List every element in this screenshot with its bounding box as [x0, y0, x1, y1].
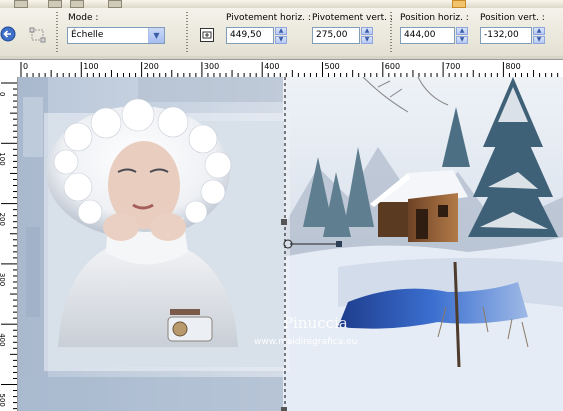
pivot-horizontal-label: Pivotement horiz. : [226, 13, 311, 23]
toolbar-button-partial[interactable] [108, 0, 122, 8]
ruler-label: 500 [325, 62, 340, 71]
vertical-ruler[interactable]: 0 100 200 300 400 500 [0, 77, 18, 411]
toolbar-grip[interactable] [186, 12, 188, 52]
watermark-name: Pinuccia [283, 314, 348, 332]
ruler-label: 200 [0, 213, 6, 226]
image-canvas[interactable]: Pinuccia www.maidiregrafica.eu [18, 77, 563, 411]
transform-handle[interactable] [281, 407, 287, 411]
pivot-horizontal-value: 449,50 [230, 30, 262, 40]
pivot-vertical-value: 275,00 [316, 30, 348, 40]
horizontal-ruler[interactable]: 0 100 200 300 400 500 600 700 800 [0, 59, 563, 78]
position-vertical-spinner[interactable]: ▲ ▼ [533, 27, 545, 44]
horizontal-ruler-ticks: 0 100 200 300 400 500 600 700 800 [20, 62, 559, 77]
position-horizontal-spinner[interactable]: ▲ ▼ [456, 27, 468, 44]
chevron-down-icon[interactable]: ▼ [148, 28, 164, 43]
mode-select-value: Échelle [71, 30, 104, 40]
pivot-vertical-input[interactable]: 275,00 [312, 27, 360, 44]
spin-down-icon[interactable]: ▼ [456, 36, 468, 44]
toolbar-grip[interactable] [56, 12, 58, 52]
tool-options-bar: Mode : Échelle ▼ Pivotement horiz. : 449… [0, 8, 563, 57]
position-vertical-label: Position vert. : [480, 13, 545, 23]
pivot-vertical-spinner[interactable]: ▲ ▼ [361, 27, 373, 44]
position-horizontal-label: Position horiz. : [400, 13, 469, 23]
ruler-label: 0 [0, 92, 6, 96]
toolbar-grip[interactable] [390, 12, 392, 52]
ruler-label: 400 [264, 62, 279, 71]
ruler-label: 100 [0, 152, 6, 165]
ruler-label: 800 [505, 62, 520, 71]
ruler-label: 200 [144, 62, 159, 71]
pivot-horizontal-input[interactable]: 449,50 [226, 27, 274, 44]
toolbar-button-partial[interactable] [48, 0, 62, 8]
mode-label: Mode : [68, 13, 99, 23]
toolbar-button-partial[interactable] [14, 0, 28, 8]
ruler-label: 500 [0, 394, 6, 407]
rotation-handle[interactable] [336, 241, 342, 247]
position-horizontal-value: 444,00 [404, 30, 436, 40]
ruler-label: 0 [23, 62, 28, 71]
ruler-label: 300 [0, 273, 6, 286]
spin-down-icon[interactable]: ▼ [533, 36, 545, 44]
toolbar-button-partial[interactable] [70, 0, 84, 8]
mode-select[interactable]: Échelle ▼ [67, 27, 165, 44]
ruler-label: 300 [204, 62, 219, 71]
spin-up-icon[interactable]: ▲ [275, 27, 287, 35]
ruler-label: 400 [0, 333, 6, 346]
spin-down-icon[interactable]: ▼ [361, 36, 373, 44]
spin-down-icon[interactable]: ▼ [275, 36, 287, 44]
position-vertical-input[interactable]: -132,00 [480, 27, 532, 44]
watermark-url: www.maidiregrafica.eu [254, 337, 357, 347]
transform-handle[interactable] [281, 219, 287, 225]
pivot-vertical-label: Pivotement vert. : [312, 13, 393, 23]
canvas-artwork: Pinuccia www.maidiregrafica.eu [18, 77, 563, 411]
vertical-ruler-ticks: 0 100 200 300 400 500 [0, 82, 17, 410]
toolbar-button-partial[interactable] [452, 0, 466, 8]
pivot-horizontal-spinner[interactable]: ▲ ▼ [275, 27, 287, 44]
pivot-frame-icon[interactable] [199, 27, 215, 43]
ruler-label: 100 [83, 62, 98, 71]
spin-up-icon[interactable]: ▲ [361, 27, 373, 35]
spin-up-icon[interactable]: ▲ [456, 27, 468, 35]
deform-tool-icon[interactable] [29, 26, 47, 44]
position-horizontal-input[interactable]: 444,00 [400, 27, 455, 44]
ruler-label: 700 [445, 62, 460, 71]
spin-up-icon[interactable]: ▲ [533, 27, 545, 35]
position-vertical-value: -132,00 [484, 30, 519, 40]
ruler-label: 600 [385, 62, 400, 71]
back-arrow-icon[interactable] [0, 26, 16, 42]
